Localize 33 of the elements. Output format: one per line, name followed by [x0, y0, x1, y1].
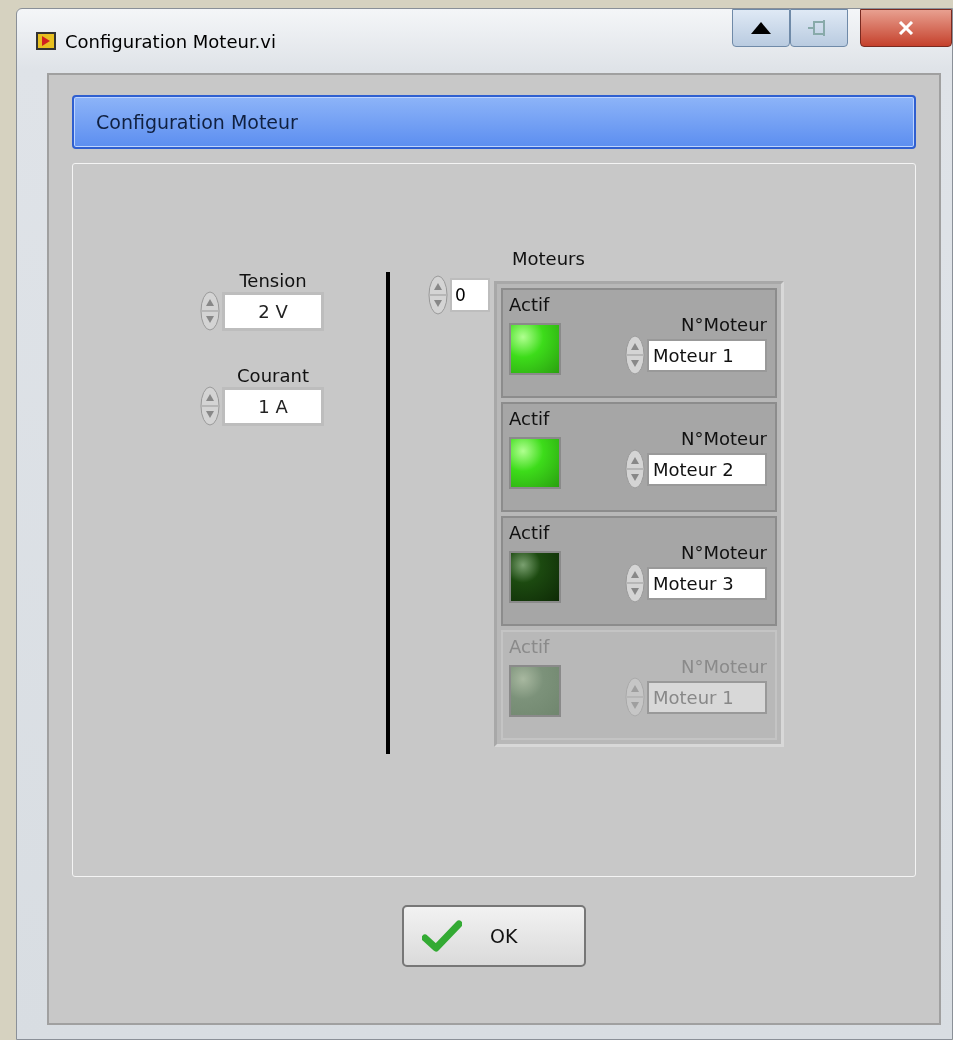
led-label: Actif: [509, 294, 551, 315]
app-icon: [35, 31, 57, 51]
control-label: Tension: [239, 270, 307, 291]
ok-button[interactable]: OK: [402, 905, 586, 967]
collapse-button[interactable]: [732, 9, 790, 47]
close-icon: [898, 21, 914, 35]
led-label: Actif: [509, 522, 551, 543]
spinner-icon[interactable]: [625, 449, 645, 489]
led-indicator[interactable]: [509, 437, 561, 489]
control-label: N°Moteur: [681, 314, 767, 335]
index-field[interactable]: 0: [450, 278, 490, 312]
text-field[interactable]: Moteur 1: [647, 338, 767, 372]
text-field[interactable]: Moteur 3: [647, 566, 767, 600]
spinner-icon[interactable]: [200, 291, 220, 331]
led-label: Actif: [509, 408, 551, 429]
led-indicator[interactable]: [509, 551, 561, 603]
control-label: Courant: [237, 365, 309, 386]
spinner-icon[interactable]: [625, 335, 645, 375]
window-title: Configuration Moteur.vi: [65, 30, 276, 52]
checkmark-icon: [422, 920, 462, 952]
spinner-icon[interactable]: [428, 275, 448, 315]
spinner-icon[interactable]: [625, 563, 645, 603]
led-indicator[interactable]: [509, 323, 561, 375]
control-label: Moteurs: [512, 248, 586, 269]
spinner-icon[interactable]: [200, 386, 220, 426]
triangle-icon: [751, 22, 771, 34]
numeric-field[interactable]: 2 V: [222, 291, 324, 331]
close-button[interactable]: [860, 9, 952, 47]
header-bar: Configuration Moteur: [72, 95, 916, 149]
text-field[interactable]: Moteur 2: [647, 452, 767, 486]
control-label: N°Moteur: [681, 428, 767, 449]
control-label: N°Moteur: [681, 542, 767, 563]
numeric-field[interactable]: 1 A: [222, 386, 324, 426]
